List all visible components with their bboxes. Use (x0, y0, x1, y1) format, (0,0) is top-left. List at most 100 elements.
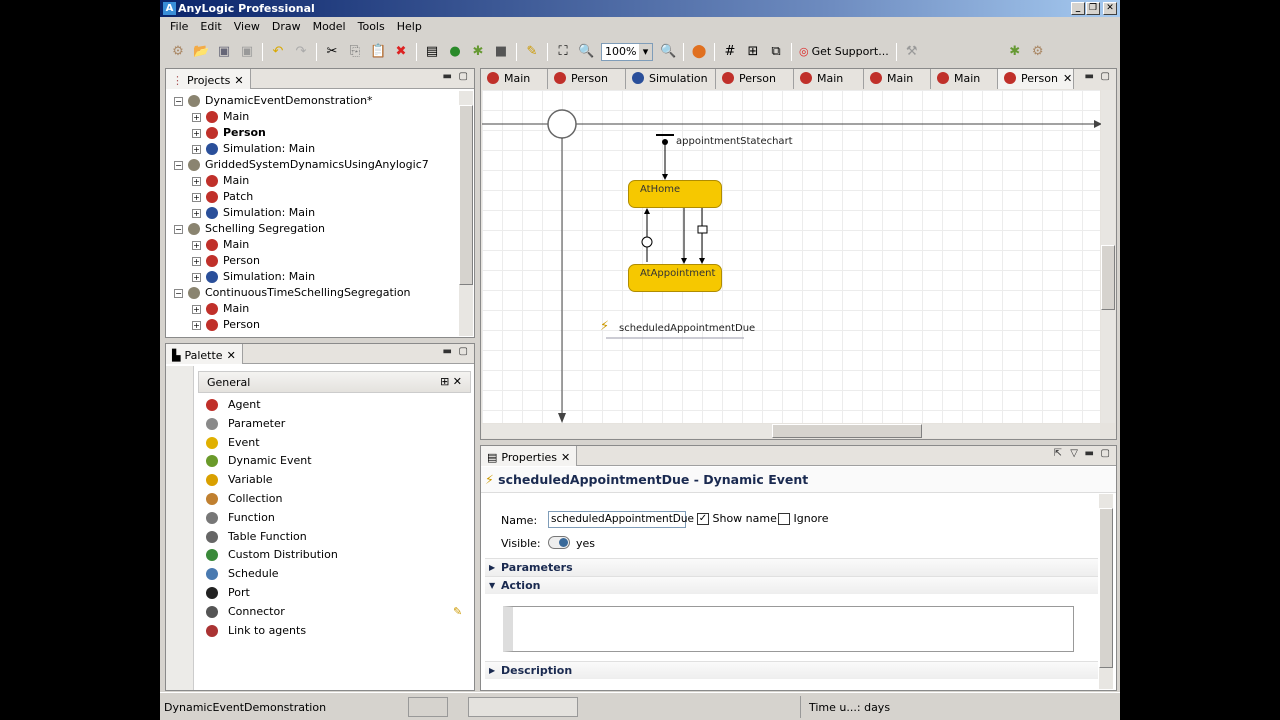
collapse-icon[interactable]: − (174, 160, 183, 170)
palette-item[interactable]: Collection (166, 490, 471, 509)
palette-item[interactable]: Agent (166, 396, 471, 415)
menu-edit[interactable]: Edit (194, 17, 227, 36)
zoom-in-icon[interactable]: 🔍 (660, 44, 676, 60)
tree-item[interactable]: + Simulation: Main (174, 269, 458, 285)
properties-scrollbar[interactable] (1099, 494, 1113, 689)
state-atappointment[interactable]: AtAppointment (628, 264, 722, 292)
menu-model[interactable]: Model (307, 17, 352, 36)
stop-icon[interactable]: ■ (493, 44, 509, 60)
open-icon[interactable]: 📂 (193, 44, 209, 60)
tree-item[interactable]: + Main (174, 301, 458, 317)
save-all-icon[interactable]: ▣ (239, 44, 255, 60)
pin-view-icon[interactable]: ⇱ (1054, 448, 1062, 459)
expand-icon[interactable]: + (192, 128, 201, 138)
minimize-icon[interactable]: ▬ (443, 71, 452, 82)
restore-button[interactable]: ❐ (1086, 2, 1100, 15)
tree-item[interactable]: + Simulation: Main (174, 141, 458, 157)
close-icon[interactable]: ✕ (227, 349, 236, 362)
tab-editor-main[interactable]: Main (864, 69, 931, 89)
menu-draw[interactable]: Draw (266, 17, 307, 36)
name-field[interactable]: scheduledAppointmentDue (548, 511, 694, 528)
status-tools[interactable] (408, 697, 448, 717)
tab-editor-main[interactable]: Main (794, 69, 864, 89)
new-project-icon[interactable]: ⚙ (170, 44, 186, 60)
palette-item[interactable]: Link to agents (166, 622, 471, 641)
action-code-field[interactable] (503, 606, 1074, 652)
tree-item[interactable]: + Main (174, 237, 458, 253)
zoom-select[interactable]: 100% (601, 42, 653, 61)
menu-tools[interactable]: Tools (352, 17, 391, 36)
maximize-icon[interactable]: ▢ (459, 346, 468, 357)
tree-item[interactable]: + Person (174, 317, 458, 333)
minimize-icon[interactable]: ▬ (1085, 448, 1094, 459)
collapse-icon[interactable]: − (174, 224, 183, 234)
ignore-checkbox[interactable]: Ignore (778, 512, 828, 525)
tab-editor-main[interactable]: Main (931, 69, 998, 89)
tree-item[interactable]: + Patch (174, 189, 458, 205)
delete-icon[interactable]: ✖ (393, 44, 409, 60)
state-athome[interactable]: AtHome (628, 180, 722, 208)
close-icon[interactable]: ✕ (234, 74, 243, 87)
close-button[interactable]: ✕ (1103, 2, 1117, 15)
tree-item[interactable]: + Person (174, 253, 458, 269)
minimize-button[interactable]: _ (1071, 2, 1085, 15)
tree-item[interactable]: + Main (174, 109, 458, 125)
close-icon[interactable]: ✕ (561, 451, 570, 464)
minimize-icon[interactable]: ▬ (1085, 71, 1094, 82)
tab-editor-person[interactable]: Person (548, 69, 626, 89)
diagram-canvas[interactable]: appointmentStatechart AtHome AtAppointme… (482, 90, 1102, 423)
grid-icon[interactable]: # (722, 44, 738, 60)
model-perspective-icon[interactable]: ⚙ (1030, 44, 1046, 60)
expand-icon[interactable]: + (192, 240, 201, 250)
tree-item[interactable]: + Person (174, 125, 458, 141)
tab-editor-person[interactable]: Person ✕ (998, 69, 1074, 89)
palette-item[interactable]: Dynamic Event (166, 452, 471, 471)
expand-icon[interactable]: + (192, 320, 201, 330)
statechart-label[interactable]: appointmentStatechart (676, 136, 793, 147)
tab-properties[interactable]: ▤ Properties ✕ (481, 446, 578, 466)
debug-icon[interactable]: ✱ (470, 44, 486, 60)
section-action[interactable]: Action (485, 576, 1098, 595)
expand-icon[interactable]: + (192, 304, 201, 314)
run-icon[interactable]: ● (447, 44, 463, 60)
expand-icon[interactable]: + (192, 144, 201, 154)
palette-item[interactable]: Connector (166, 603, 471, 622)
palette-item[interactable]: Port (166, 584, 471, 603)
layers-icon[interactable]: ⧉ (768, 44, 784, 60)
tab-editor-person[interactable]: Person (716, 69, 794, 89)
palette-item[interactable]: Table Function (166, 528, 471, 547)
view-menu-icon[interactable]: ▽ (1070, 448, 1078, 459)
tree-item[interactable]: − ContinuousTimeSchellingSegregation (174, 285, 458, 301)
paste-icon[interactable]: 📋 (370, 44, 386, 60)
expand-icon[interactable]: + (192, 176, 201, 186)
collapse-icon[interactable]: − (174, 288, 183, 298)
expand-icon[interactable]: + (192, 112, 201, 122)
palette-item[interactable]: Variable (166, 471, 471, 490)
projects-scrollbar[interactable] (459, 91, 473, 336)
dynamic-event-label[interactable]: scheduledAppointmentDue (619, 323, 755, 334)
expand-icon[interactable]: + (192, 208, 201, 218)
visible-toggle[interactable] (548, 536, 570, 549)
tab-projects[interactable]: ⋮ Projects ✕ (166, 69, 251, 89)
snap-icon[interactable]: ⊞ (745, 44, 761, 60)
tab-palette[interactable]: ▙ Palette ✕ (166, 344, 243, 364)
location-icon[interactable]: ⬤ (691, 44, 707, 60)
palette-item[interactable]: Function (166, 509, 471, 528)
editor-hscrollbar[interactable] (482, 424, 1100, 438)
undo-icon[interactable]: ↶ (270, 44, 286, 60)
tree-item[interactable]: − Schelling Segregation (174, 221, 458, 237)
tree-item[interactable]: + Simulation: Main (174, 205, 458, 221)
tab-editor-main[interactable]: Main (481, 69, 548, 89)
palette-item[interactable]: Custom Distribution (166, 546, 471, 565)
tree-item[interactable]: + Main (174, 173, 458, 189)
show-name-checkbox[interactable]: ✓ Show name (697, 512, 777, 525)
section-parameters[interactable]: Parameters (485, 558, 1098, 577)
maximize-icon[interactable]: ▢ (459, 71, 468, 82)
debug-perspective-icon[interactable]: ✱ (1007, 44, 1023, 60)
copy-icon[interactable]: ⎘ (347, 44, 363, 60)
tree-item[interactable]: − GriddedSystemDynamicsUsingAnylogic7 (174, 157, 458, 173)
menu-view[interactable]: View (228, 17, 266, 36)
save-icon[interactable]: ▣ (216, 44, 232, 60)
collapse-icon[interactable]: − (174, 96, 183, 106)
zoom-out-icon[interactable]: 🔍 (578, 44, 594, 60)
